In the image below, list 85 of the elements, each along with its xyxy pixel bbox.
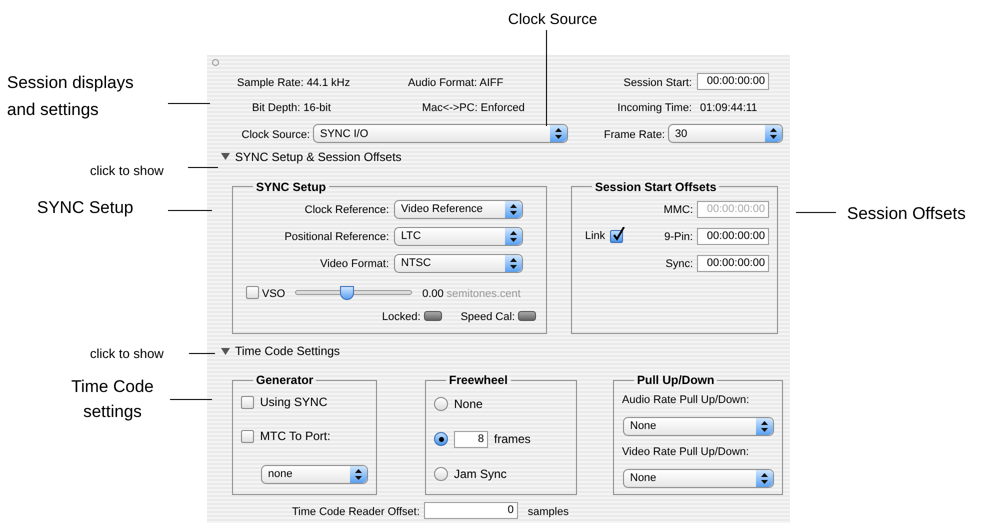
dropdown[interactable]: LTC [394, 226, 523, 246]
session-start-field[interactable]: 00:00:00:00 [697, 73, 769, 90]
dropdown[interactable]: none [261, 464, 368, 484]
label: 01:09:44:11 [700, 102, 758, 114]
label: VSO [262, 288, 286, 300]
updown-arrows-icon [756, 418, 773, 435]
updown-arrows-icon [505, 200, 522, 218]
slider[interactable] [295, 284, 412, 301]
label: Session Start: [624, 76, 692, 89]
callout-label: Session Offsets [847, 203, 966, 225]
timecode-field[interactable]: 00:00:00:00 [697, 228, 769, 245]
label: Incoming Time: [617, 102, 692, 114]
frames-field[interactable]: 8 [454, 430, 488, 448]
label: Sample Rate: 44.1 kHz [237, 76, 350, 89]
label: Bit Depth: 16-bit [252, 102, 331, 114]
label: Clock Reference: [304, 204, 389, 216]
checkbox[interactable] [610, 230, 624, 243]
label: frames [494, 431, 531, 448]
expanded-triangle-icon[interactable] [221, 346, 230, 356]
dropdown[interactable]: NTSC [394, 254, 523, 273]
label: Speed Cal: [460, 310, 515, 323]
label: 0.00 [422, 288, 444, 300]
group-title: Pull Up/Down [636, 372, 716, 390]
label: Sync: [665, 258, 693, 270]
group-title: SYNC Setup [255, 178, 328, 196]
updown-arrows-icon [505, 228, 522, 245]
dropdown[interactable]: Video Reference [394, 200, 523, 219]
indicator-light [424, 310, 442, 321]
checkbox[interactable] [241, 396, 254, 409]
updown-arrows-icon [756, 470, 773, 487]
group-title: Generator [255, 372, 314, 390]
leader-line [168, 210, 212, 211]
dropdown[interactable]: None [623, 416, 774, 436]
offset-field[interactable]: 0 [424, 502, 518, 520]
label: MTC To Port: [260, 428, 330, 446]
callout-label: click to show [90, 345, 164, 363]
dropdown[interactable]: 30 [668, 124, 783, 144]
callout-label: SYNC Setup [37, 197, 134, 219]
label: Video Rate Pull Up/Down: [622, 445, 749, 460]
leader-line [189, 353, 215, 354]
label: Clock Source: [242, 128, 310, 141]
checkbox[interactable] [241, 430, 254, 443]
label: Using SYNC [260, 394, 328, 412]
label: Jam Sync [454, 466, 507, 484]
updown-arrows-icon [550, 125, 567, 142]
radio-button[interactable] [434, 397, 448, 412]
leader-line [188, 167, 218, 168]
timecode-field[interactable]: 00:00:00:00 [697, 254, 769, 272]
callout-label: Time Code settings [70, 376, 155, 423]
leader-line [168, 103, 210, 104]
section-title: Time Code Settings [235, 343, 340, 360]
leader-line [170, 399, 212, 400]
label: None [454, 396, 483, 414]
label: MMC: [664, 204, 693, 216]
radio-button[interactable] [434, 432, 448, 446]
section-title: SYNC Setup & Session Offsets [235, 148, 402, 166]
slider-thumb[interactable] [340, 286, 354, 300]
label: Link [585, 229, 606, 244]
label: Positional Reference: [284, 231, 389, 244]
label: Locked: [382, 310, 421, 323]
leader-line [796, 212, 836, 213]
label: samples [528, 506, 569, 518]
label: Frame Rate: [604, 128, 665, 141]
label: 9-Pin: [664, 231, 693, 244]
updown-arrows-icon [505, 254, 522, 272]
indicator-light [518, 310, 536, 321]
radio-button[interactable] [434, 467, 448, 482]
updown-arrows-icon [350, 466, 367, 483]
label: Audio Format: AIFF [408, 76, 504, 89]
expanded-triangle-icon[interactable] [221, 152, 230, 162]
label: Mac<->PC: Enforced [422, 102, 525, 114]
checkbox[interactable] [246, 286, 259, 300]
label: semitones.cent [446, 288, 521, 300]
group-title: Session Start Offsets [594, 178, 718, 196]
label: Video Format: [320, 258, 389, 270]
group-title: Freewheel [448, 372, 509, 390]
callout-label: Clock Source [508, 10, 598, 30]
dropdown[interactable]: None [623, 468, 774, 488]
label: Time Code Reader Offset: [292, 506, 420, 518]
dropdown[interactable]: SYNC I/O [313, 124, 568, 144]
updown-arrows-icon [765, 125, 782, 142]
callout-label: click to show [90, 162, 164, 180]
window-button[interactable] [212, 59, 219, 66]
label: Audio Rate Pull Up/Down: [622, 393, 750, 408]
callout-label: Session displays and settings [7, 72, 135, 121]
